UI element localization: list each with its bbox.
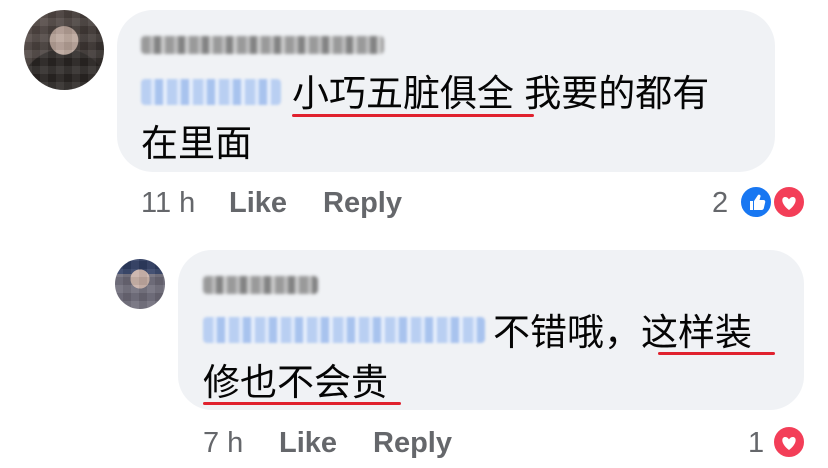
comment-timestamp[interactable]: 11 h — [141, 186, 195, 220]
reply-avatar[interactable] — [115, 259, 165, 309]
like-icon[interactable] — [739, 185, 773, 219]
reply-author-name-blurred[interactable] — [203, 276, 318, 294]
highlight-underline — [658, 352, 775, 355]
comment-mention-blurred[interactable] — [141, 79, 281, 105]
reply-text-line-1: 不错哦，这样装 — [493, 312, 752, 353]
reply-button[interactable]: Reply — [323, 186, 402, 220]
like-button[interactable]: Like — [229, 186, 287, 220]
commenter-avatar[interactable] — [24, 10, 104, 90]
reply-button[interactable]: Reply — [373, 426, 452, 460]
reaction-count[interactable]: 1 — [748, 426, 764, 460]
like-button[interactable]: Like — [279, 426, 337, 460]
love-icon[interactable] — [772, 185, 806, 219]
comment-author-name-blurred[interactable] — [141, 36, 384, 54]
love-icon[interactable] — [772, 425, 806, 459]
reply-mention-blurred[interactable] — [203, 317, 485, 343]
highlight-underline — [203, 402, 401, 405]
comment-text-line-1: 小巧五脏俱全 我要的都有 — [292, 73, 710, 114]
comment-text-line-2: 在里面 — [141, 123, 252, 164]
highlight-underline — [292, 114, 534, 117]
reaction-count[interactable]: 2 — [712, 186, 728, 220]
reply-timestamp[interactable]: 7 h — [203, 426, 243, 460]
reply-text-line-2: 修也不会贵 — [203, 362, 388, 403]
